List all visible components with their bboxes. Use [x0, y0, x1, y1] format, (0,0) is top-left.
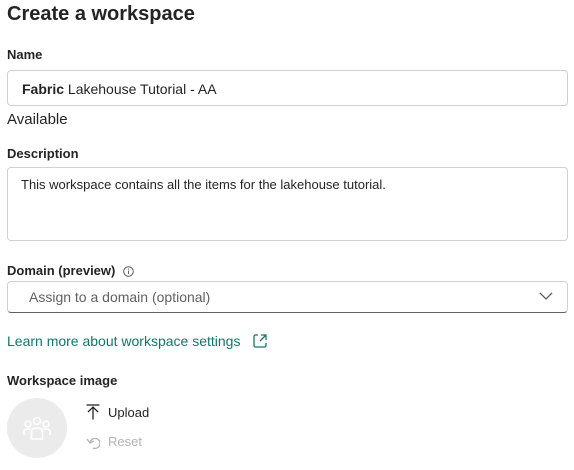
workspace-settings-link-text[interactable]: Learn more about workspace settings	[7, 333, 240, 349]
name-input-value-rest: Lakehouse Tutorial - AA	[64, 81, 217, 97]
domain-label: Domain (preview)	[7, 263, 134, 280]
group-icon	[23, 416, 51, 440]
chevron-down-icon	[539, 292, 553, 300]
upload-icon	[86, 404, 100, 420]
page-title: Create a workspace	[7, 3, 195, 25]
description-label: Description	[7, 146, 79, 161]
undo-icon	[86, 437, 100, 449]
workspace-avatar	[7, 398, 67, 458]
upload-button[interactable]: Upload	[86, 404, 149, 420]
domain-label-text: Domain (preview)	[7, 263, 116, 278]
description-textarea[interactable]: This workspace contains all the items fo…	[7, 167, 568, 241]
name-label: Name	[7, 47, 43, 62]
domain-dropdown-placeholder: Assign to a domain (optional)	[29, 289, 211, 305]
name-status-text: Available	[7, 111, 68, 128]
name-input[interactable]: Fabric Lakehouse Tutorial - AA	[7, 70, 568, 106]
info-icon[interactable]	[123, 265, 134, 280]
workspace-settings-link[interactable]: Learn more about workspace settings	[7, 333, 268, 349]
upload-button-label: Upload	[108, 404, 150, 420]
name-input-value-bold: Fabric	[22, 81, 65, 97]
external-link-icon[interactable]	[252, 333, 268, 349]
reset-button[interactable]: Reset	[86, 434, 142, 449]
workspace-image-label: Workspace image	[7, 373, 118, 388]
reset-button-label: Reset	[108, 434, 142, 449]
domain-dropdown[interactable]: Assign to a domain (optional)	[7, 281, 568, 313]
